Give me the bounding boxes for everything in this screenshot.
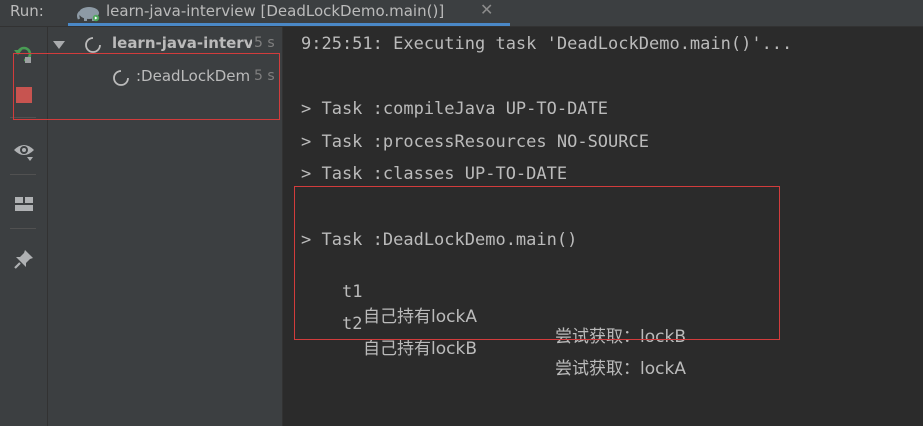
tries-lock-text: 尝试获取：lockA (555, 359, 686, 379)
console-line: > Task :classes UP-TO-DATE (301, 164, 568, 184)
console-line: > Task :processResources NO-SOURCE (301, 132, 649, 152)
pin-icon (12, 250, 36, 275)
pin-button[interactable] (12, 247, 36, 271)
toolbar-separator (10, 174, 36, 175)
run-tab-bar: Run: learn-java-interview [DeadLockDemo.… (0, 0, 923, 27)
tree-item-root-label: learn-java-interview (112, 34, 252, 52)
gradle-elephant-icon (76, 3, 102, 27)
console-line: 9:25:51: Executing task 'DeadLockDemo.ma… (301, 34, 793, 54)
highlight-box-tree (13, 53, 280, 120)
run-tab[interactable]: learn-java-interview [DeadLockDemo.main(… (68, 0, 510, 26)
tree-item-root-time: 5 s (254, 35, 275, 51)
show-hide-button[interactable] (12, 139, 36, 163)
layout-button[interactable] (12, 192, 36, 216)
close-tab-icon[interactable]: ✕ (480, 0, 493, 19)
toolbar-separator (10, 228, 36, 229)
highlight-box-console (294, 186, 780, 340)
console-line: > Task :compileJava UP-TO-DATE (301, 99, 609, 119)
run-label: Run: (10, 2, 44, 20)
layout-icon (12, 197, 36, 220)
eye-icon (12, 145, 36, 167)
tab-title: learn-java-interview [DeadLockDemo.main(… (106, 2, 445, 20)
